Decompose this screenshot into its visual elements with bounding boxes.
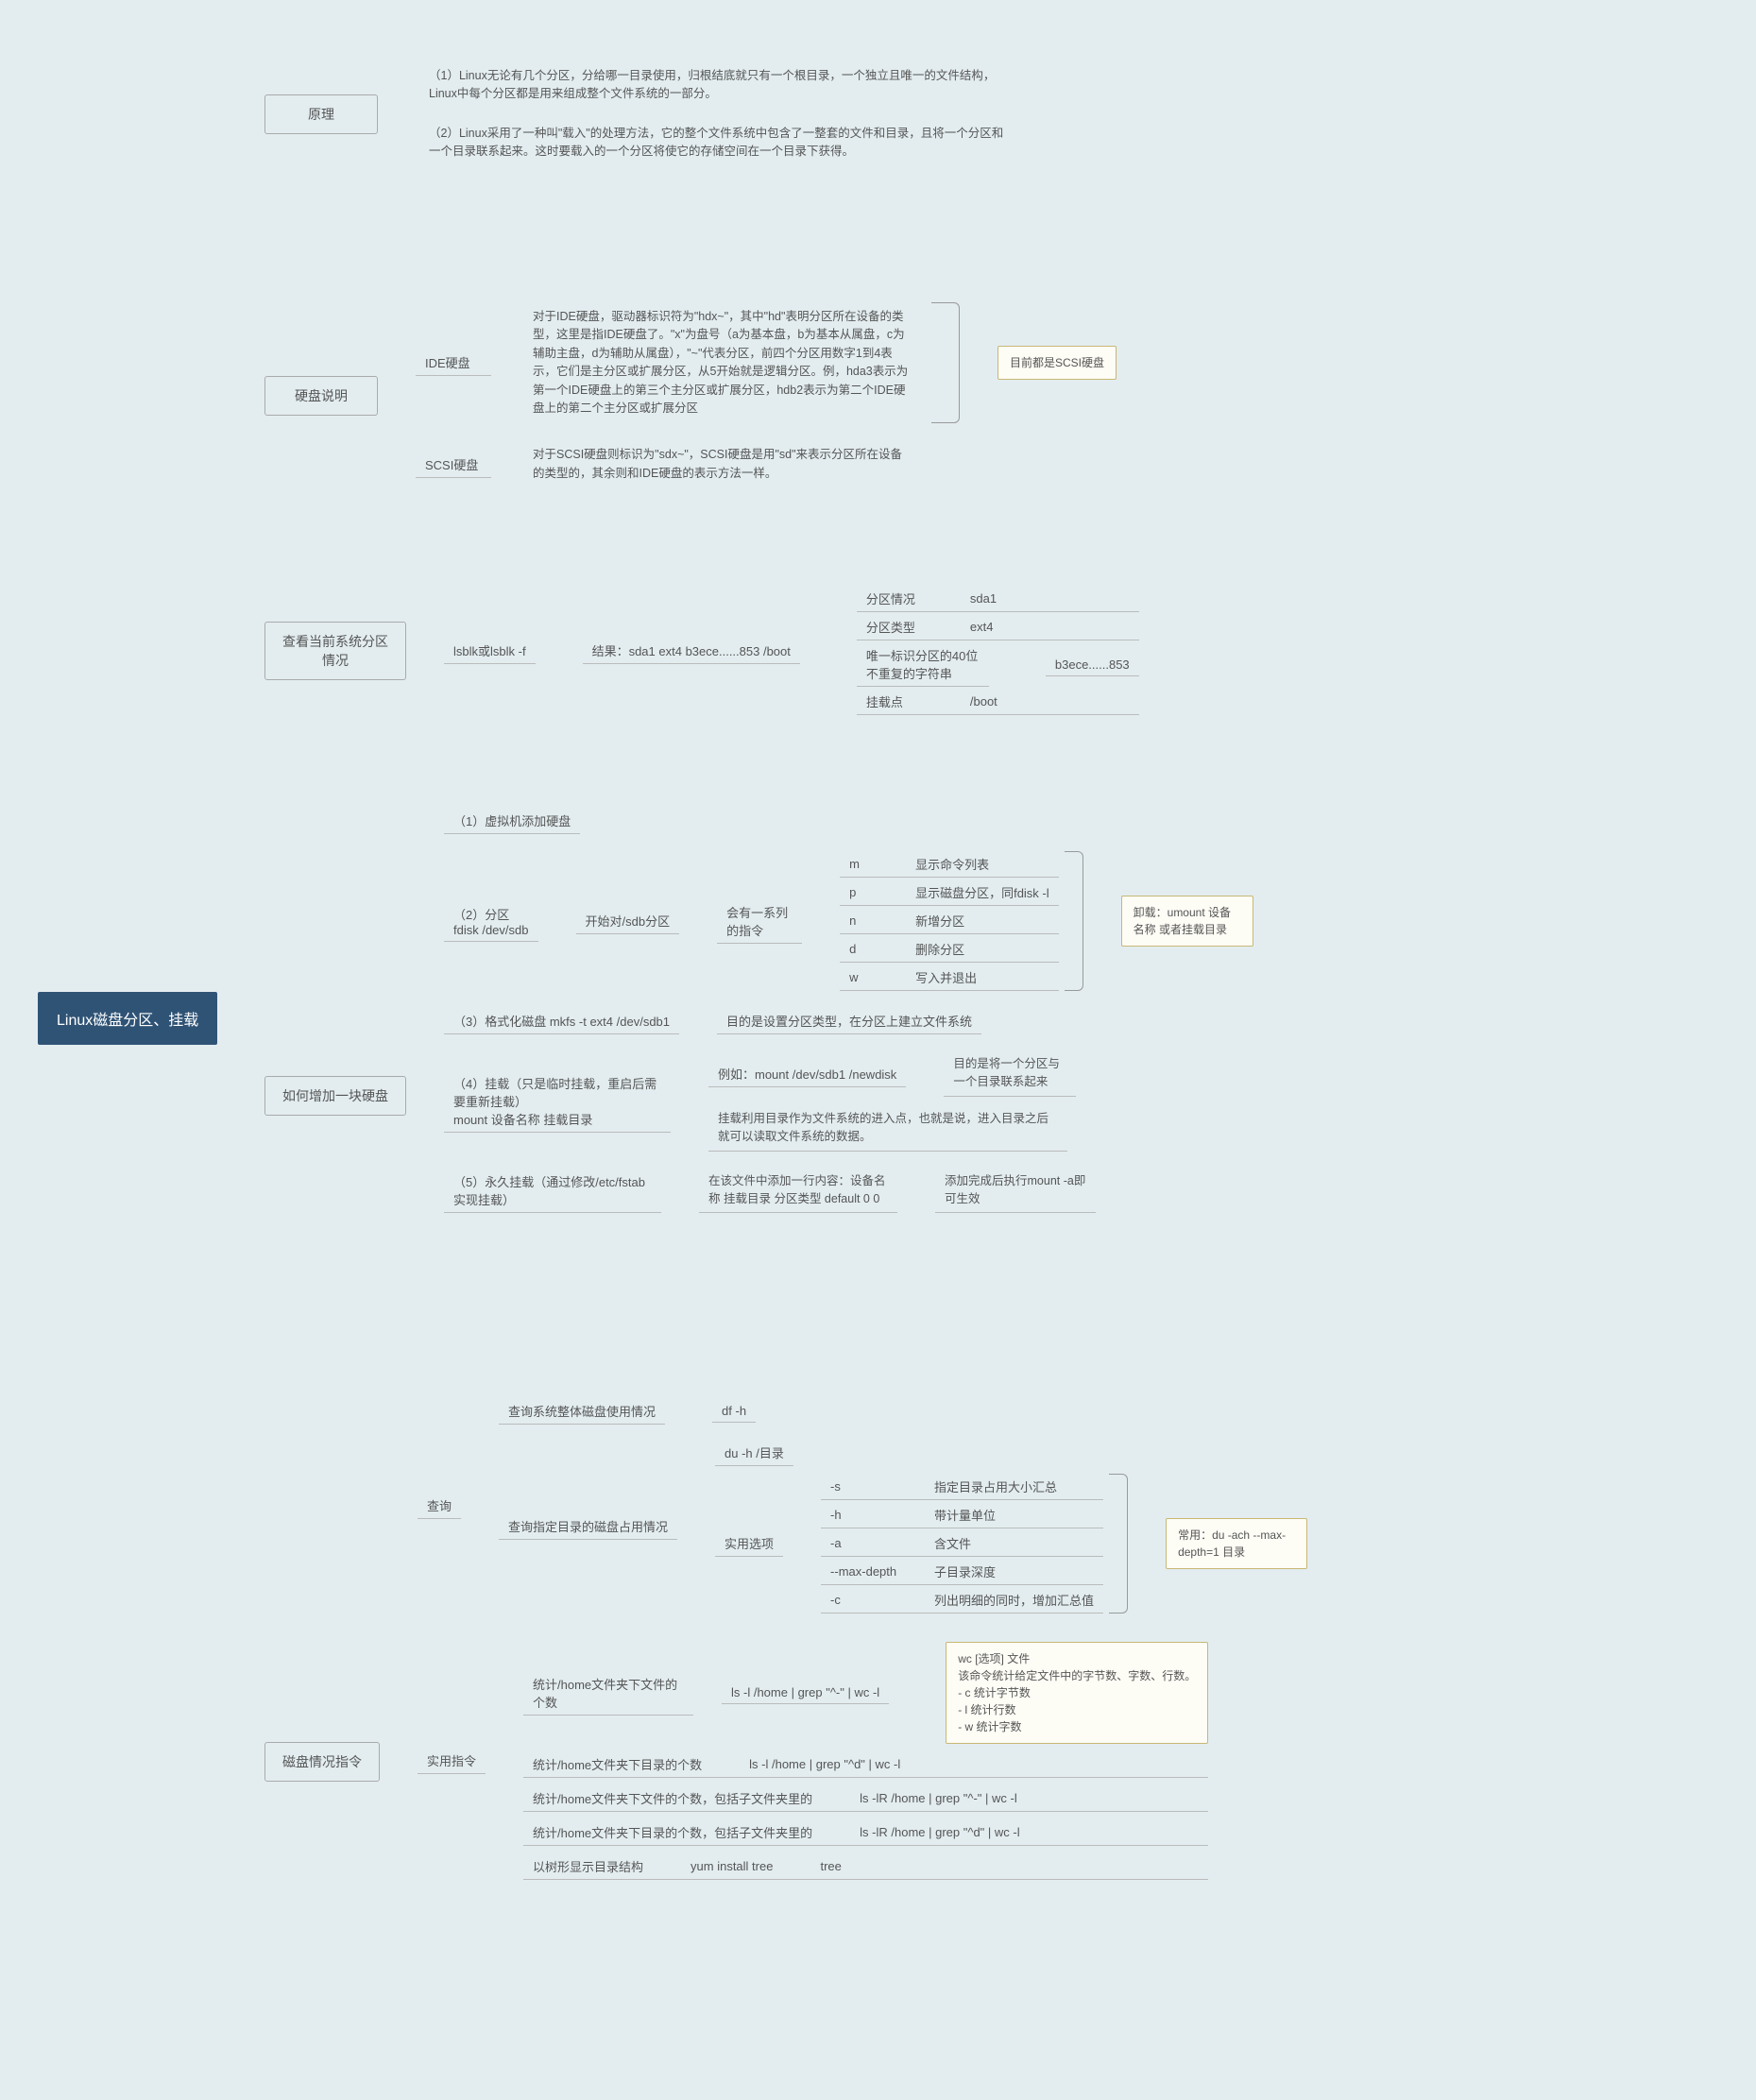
opt-a-v: 含文件 (934, 1534, 971, 1552)
fdisk-p-v: 显示磁盘分区，同fdisk -l (915, 883, 1049, 901)
fdisk-n-k: n (849, 913, 887, 928)
add-disk-title: 如何增加一块硬盘 (264, 1076, 406, 1116)
add-s5: （5）永久挂载（通过修改/etc/fstab实现挂载） (444, 1169, 661, 1213)
principle-p1: （1）Linux无论有几个分区，分给哪一目录使用，归根结底就只有一个根目录，一个… (416, 61, 1020, 110)
u5-c: tree (820, 1859, 841, 1873)
lsblk-a-val: sda1 (970, 591, 997, 606)
lsblk-b-lbl: 分区类型 (866, 618, 942, 636)
dc-util: 实用指令 (418, 1748, 486, 1774)
add-s4-b: 挂载利用目录作为文件系统的进入点，也就是说，进入目录之后就可以读取文件系统的数据… (708, 1106, 1067, 1152)
dc-q2-opt: 实用选项 (715, 1530, 783, 1557)
add-s4-ar: 目的是将一个分区与一个目录联系起来 (944, 1051, 1076, 1097)
add-s2-a: 开始对/sdb分区 (576, 908, 680, 934)
disk-note: 目前都是SCSI硬盘 (997, 346, 1117, 380)
opt-s-v: 指定目录占用大小汇总 (934, 1477, 1057, 1495)
opt-s-k: -s (830, 1479, 934, 1494)
lsblk-d-lbl: 挂载点 (866, 692, 942, 710)
section-disk-cmd: 磁盘情况指令 查询 查询系统整体磁盘使用情况 df -h 查询指定目录的磁盘占用… (264, 1398, 1307, 1880)
bracket (931, 302, 960, 423)
fdisk-m-k: m (849, 857, 887, 871)
opt-md-v: 子目录深度 (934, 1562, 996, 1580)
opt-c-k: -c (830, 1593, 934, 1607)
u5-a: 以树形显示目录结构 (533, 1857, 643, 1875)
scsi-label: SCSI硬盘 (416, 452, 491, 478)
fdisk-w-k: w (849, 970, 887, 984)
root-topic: Linux磁盘分区、挂载 (38, 992, 217, 1045)
dc-q1-cmd: df -h (712, 1400, 756, 1423)
u3-b: ls -lR /home | grep "^-" | wc -l (860, 1791, 1017, 1805)
u2-b: ls -l /home | grep "^d" | wc -l (749, 1757, 900, 1771)
lsblk-c-lbl: 唯一标识分区的40位不重复的字符串 (857, 642, 989, 687)
u2-a: 统计/home文件夹下目录的个数 (533, 1755, 702, 1773)
opt-h-k: -h (830, 1508, 934, 1522)
opt-h-v: 带计量单位 (934, 1506, 996, 1524)
note-wc: wc [选项] 文件 该命令统计给定文件中的字节数、字数、行数。 - c 统计字… (946, 1642, 1208, 1744)
add-s5-a: 在该文件中添加一行内容：设备名称 挂载目录 分区类型 default 0 0 (699, 1169, 897, 1214)
dc-q2: 查询指定目录的磁盘占用情况 (499, 1513, 677, 1540)
fdisk-d-v: 删除分区 (915, 940, 964, 958)
lsblk-title: 查看当前系统分区情况 (264, 622, 406, 680)
ide-text: 对于IDE硬盘，驱动器标识符为"hdx~"，其中"hd"表明分区所在设备的类型，… (520, 302, 926, 423)
add-s5-b: 添加完成后执行mount -a即可生效 (935, 1169, 1096, 1214)
section-add-disk: 如何增加一块硬盘 （1）虚拟机添加硬盘 （2）分区 fdisk /dev/sdb… (264, 808, 1253, 1213)
u3-a: 统计/home文件夹下文件的个数，包括子文件夹里的 (533, 1789, 812, 1807)
add-s3: （3）格式化磁盘 mkfs -t ext4 /dev/sdb1 (444, 1008, 679, 1034)
dc-query: 查询 (418, 1493, 461, 1519)
fdisk-p-k: p (849, 885, 887, 899)
bracket (1109, 1474, 1128, 1613)
add-s2: （2）分区 fdisk /dev/sdb (444, 901, 538, 942)
lsblk-d-val: /boot (970, 694, 997, 709)
disk-desc-title: 硬盘说明 (264, 376, 378, 416)
ide-label: IDE硬盘 (416, 350, 491, 376)
bracket (1065, 851, 1083, 991)
u4-b: ls -lR /home | grep "^d" | wc -l (860, 1825, 1019, 1839)
opt-c-v: 列出明细的同时，增加汇总值 (934, 1591, 1094, 1609)
add-s4: （4）挂载（只是临时挂载，重启后需要重新挂载） mount 设备名称 挂载目录 (444, 1070, 671, 1133)
disk-cmd-title: 磁盘情况指令 (264, 1742, 380, 1782)
add-s3-r: 目的是设置分区类型，在分区上建立文件系统 (717, 1008, 981, 1034)
dc-q1: 查询系统整体磁盘使用情况 (499, 1398, 665, 1425)
scsi-text: 对于SCSI硬盘则标识为"sdx~"，SCSI硬盘是用"sd"来表示分区所在设备… (520, 440, 926, 488)
u5-b: yum install tree (690, 1859, 773, 1873)
note-du: 常用：du -ach --max-depth=1 目录 (1166, 1518, 1307, 1569)
section-principle: 原理 （1）Linux无论有几个分区，分给哪一目录使用，归根结底就只有一个根目录… (264, 61, 1020, 167)
dc-q2-a: du -h /目录 (715, 1440, 793, 1466)
u4-a: 统计/home文件夹下目录的个数，包括子文件夹里的 (533, 1823, 812, 1841)
add-s1: （1）虚拟机添加硬盘 (444, 808, 580, 834)
add-note: 卸载：umount 设备名称 或者挂载目录 (1121, 896, 1253, 947)
add-s2-b: 会有一系列的指令 (717, 899, 802, 944)
opt-md-k: --max-depth (830, 1564, 934, 1579)
fdisk-n-v: 新增分区 (915, 912, 964, 930)
fdisk-m-v: 显示命令列表 (915, 855, 989, 873)
u1-b: ls -l /home | grep "^-" | wc -l (722, 1682, 889, 1704)
lsblk-a-lbl: 分区情况 (866, 589, 942, 607)
u1-a: 统计/home文件夹下文件的个数 (523, 1671, 693, 1716)
fdisk-w-v: 写入并退出 (915, 968, 977, 986)
section-lsblk: 查看当前系统分区情况 lsblk或lsblk -f 结果：sda1 ext4 b… (264, 586, 1139, 715)
principle-p2: （2）Linux采用了一种叫"载入"的处理方法，它的整个文件系统中包含了一整套的… (416, 119, 1020, 167)
lsblk-result: 结果：sda1 ext4 b3ece......853 /boot (583, 638, 800, 664)
lsblk-cmd: lsblk或lsblk -f (444, 638, 536, 664)
section-disk-desc: 硬盘说明 IDE硬盘 对于IDE硬盘，驱动器标识符为"hdx~"，其中"hd"表… (264, 302, 1117, 488)
add-s4-a: 例如：mount /dev/sdb1 /newdisk (708, 1061, 906, 1087)
principle-title: 原理 (264, 94, 378, 134)
opt-a-k: -a (830, 1536, 934, 1550)
lsblk-b-val: ext4 (970, 620, 994, 634)
lsblk-c-val: b3ece......853 (1046, 654, 1139, 676)
fdisk-d-k: d (849, 942, 887, 956)
